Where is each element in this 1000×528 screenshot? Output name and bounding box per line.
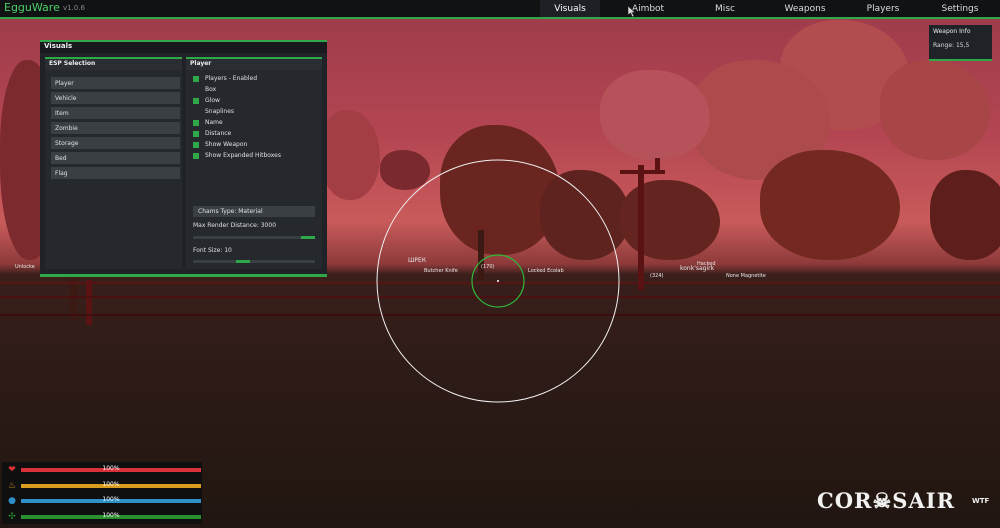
tab-weapons[interactable]: Weapons [774,0,836,17]
crosshair-dot [497,280,499,282]
water-icon: ● [8,496,16,506]
esp-selection-panel: ESP Selection Player Vehicle Item Zombie… [45,57,182,269]
checkbox[interactable] [193,98,199,104]
slider-knob[interactable] [301,236,315,239]
panel-title: Player [190,60,212,67]
esp-flag-button[interactable]: Flag [51,167,180,179]
panel-header: ESP Selection [45,57,182,70]
font-size-label: Font Size: 10 [193,247,232,254]
heart-icon: ❤ [8,465,16,475]
stat-track: 100% [21,496,201,503]
esp-storage-button[interactable]: Storage [51,137,180,149]
tab-label: Weapons [784,3,826,14]
option-label: Name [205,119,223,126]
esp-player-button[interactable]: Player [51,77,180,89]
stat-track: 100% [21,480,201,488]
player-options-panel: Player Players - Enabled Box Glow Snaplines… [186,57,322,269]
tab-label: Misc [715,3,735,14]
stat-value: 100% [102,480,120,488]
panel-header: Player [186,57,322,70]
virus-icon: ✣ [8,511,16,522]
tab-label: Aimbot [631,3,665,14]
checkbox[interactable] [193,120,199,126]
tab-label: Players [866,3,900,14]
food-icon: ♨ [7,480,17,491]
stat-track: 100% [21,465,201,472]
mouse-cursor-icon [628,6,636,17]
tab-players[interactable]: Players [856,0,910,17]
option-label: Snaplines [205,108,235,115]
survival-stats-hud: ❤ 100% ♨ 100% ● 100% ✣ 100% [2,462,202,524]
option-label: Show Weapon [205,141,248,148]
panel-title: ESP Selection [49,60,96,67]
weapon-info-panel: Weapon Info Range: 15,5 [929,25,992,61]
esp-item-button[interactable]: Item [51,107,180,119]
stat-track: 100% [21,511,201,519]
stat-bar: ♨ 100% [7,480,201,492]
esp-vehicle-button[interactable]: Vehicle [51,92,180,104]
max-render-distance-label: Max Render Distance: 3000 [193,222,277,229]
checkbox[interactable] [193,76,199,82]
top-menu-bar: EgguWare v1.0.6 Visuals Aimbot Misc Weap… [0,0,1000,19]
stat-bar: ✣ 100% [7,511,201,523]
checkbox[interactable] [193,87,199,93]
checkbox[interactable] [193,109,199,115]
stat-value: 100% [102,496,120,503]
option-label: Glow [205,97,220,104]
esp-zombie-button[interactable]: Zombie [51,122,180,134]
option-label: Show Expanded Hitboxes [205,152,281,159]
tab-misc[interactable]: Misc [700,0,750,17]
checkbox[interactable] [193,131,199,137]
watermark-suffix: WTF [972,497,990,505]
accent-bar [40,40,327,42]
stat-value: 100% [102,511,120,519]
option-label: Distance [205,130,232,137]
checkbox[interactable] [193,142,199,148]
stat-bar: ❤ 100% [7,464,201,476]
tab-visuals[interactable]: Visuals [540,0,600,17]
tab-label: Visuals [554,3,586,14]
checkbox[interactable] [193,153,199,159]
app-version: v1.0.6 [63,4,85,12]
watermark-logo: COR☠SAIR [817,488,956,513]
slider-knob[interactable] [236,260,250,263]
font-size-slider[interactable] [193,260,315,263]
stat-bar: ● 100% [7,495,201,507]
stat-value: 100% [102,465,120,472]
chams-type-button[interactable]: Chams Type: Material [193,206,315,217]
window-title: Visuals [44,42,73,50]
visuals-window[interactable]: Visuals ESP Selection Player Vehicle Ite… [40,40,327,277]
tab-label: Settings [941,3,979,14]
max-render-distance-slider[interactable] [193,236,315,239]
brand-name: EgguWare [4,1,60,14]
option-label: Box [205,86,217,93]
tab-settings[interactable]: Settings [932,0,988,17]
esp-bed-button[interactable]: Bed [51,152,180,164]
option-label: Players - Enabled [205,75,258,82]
window-titlebar[interactable]: Visuals [40,40,327,53]
weapon-range: Range: 15,5 [933,42,970,49]
weapon-info-title: Weapon Info [933,28,971,35]
